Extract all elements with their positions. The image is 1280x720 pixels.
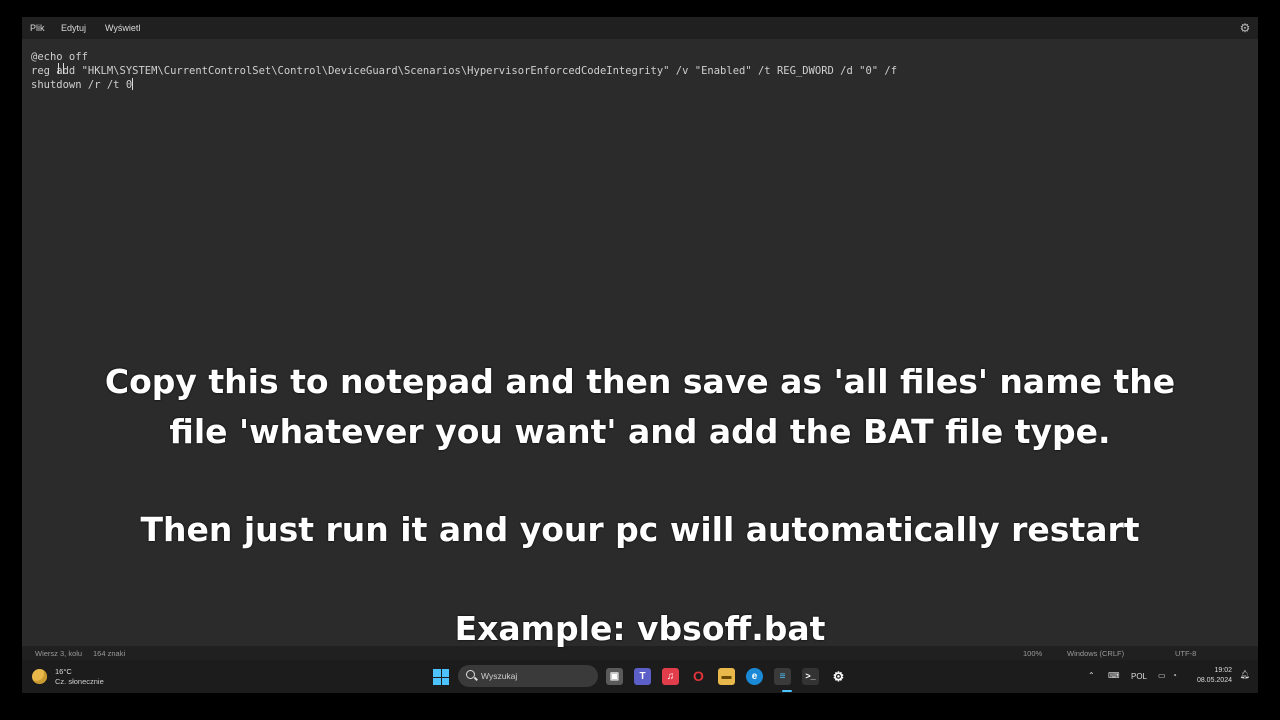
code-line-2: reg add "HKLM\SYSTEM\CurrentControlSet\C… [31, 65, 898, 77]
terminal-icon[interactable]: >_ [802, 668, 819, 685]
weather-description: Cz. słonecznie [55, 677, 104, 686]
task-view-icon[interactable]: ▣ [606, 668, 623, 685]
settings-app-icon[interactable]: ⚙ [830, 668, 847, 685]
teams-icon[interactable]: T [634, 668, 651, 685]
menu-view[interactable]: Wyświetl [105, 23, 140, 33]
chevron-up-icon[interactable]: ⌃ [1088, 671, 1095, 680]
notepad-window: Plik Edytuj Wyświetl ⚙ @echo off reg add … [22, 17, 1258, 693]
search-icon [466, 670, 475, 679]
opera-icon[interactable]: O [690, 668, 707, 685]
keyboard-icon[interactable]: ⌨ [1108, 671, 1120, 680]
weather-temperature: 16°C [55, 667, 72, 676]
taskbar: 16°C Cz. słonecznie Wyszukaj ▣ T ♫ O ▬ e… [22, 660, 1258, 693]
menu-file[interactable]: Plik [30, 23, 45, 33]
code-line-3: shutdown /r /t 0 [31, 78, 134, 91]
i-beam-cursor-icon [58, 63, 64, 74]
network-icon[interactable]: ▭ [1158, 671, 1166, 680]
file-explorer-icon[interactable]: ▬ [718, 668, 735, 685]
menu-bar: Plik Edytuj Wyświetl ⚙ [22, 17, 1258, 39]
caption-line-4: Example: vbsoff.bat [454, 609, 826, 648]
menu-edit[interactable]: Edytuj [61, 23, 86, 33]
sun-cloud-icon [32, 669, 47, 684]
music-app-icon[interactable]: ♫ [662, 668, 679, 685]
gear-icon[interactable]: ⚙ [1238, 21, 1252, 35]
code-line-1: @echo off [31, 51, 88, 63]
caption-line-1: Copy this to notepad and then save as 'a… [104, 362, 1176, 401]
editor-content[interactable]: @echo off reg add "HKLM\SYSTEM\CurrentCon… [31, 50, 897, 92]
caption-line-2: file 'whatever you want' and add the BAT… [169, 412, 1111, 451]
text-caret [132, 78, 134, 90]
language-indicator[interactable]: POL [1131, 672, 1147, 681]
clock[interactable]: 19:02 08.05.2024 [1197, 666, 1232, 686]
clock-date: 08.05.2024 [1196, 677, 1232, 684]
windows-start-icon[interactable] [433, 669, 449, 685]
edge-icon[interactable]: e [746, 668, 763, 685]
notification-bell-icon[interactable]: 🔔︎ [1240, 670, 1250, 679]
speaker-icon[interactable]: ◔ [1172, 671, 1177, 680]
notepad-icon[interactable]: ≡ [774, 668, 791, 685]
active-app-indicator [782, 690, 792, 692]
caption-line-3: Then just run it and your pc will automa… [140, 510, 1140, 549]
taskbar-search[interactable]: Wyszukaj [458, 665, 598, 687]
clock-time: 19:02 [1214, 667, 1232, 674]
search-placeholder: Wyszukaj [481, 671, 518, 681]
